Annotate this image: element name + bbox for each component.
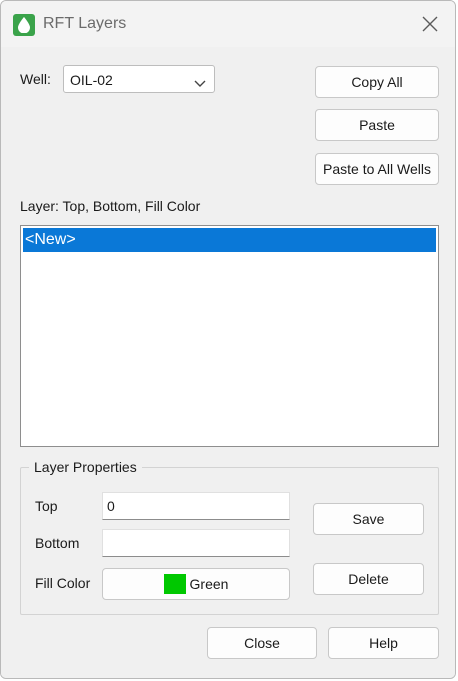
layer-properties-group: Layer Properties Top 0 Bottom Fill Color… [20,459,439,615]
paste-button[interactable]: Paste [315,109,439,141]
save-button[interactable]: Save [313,503,424,535]
rft-layers-dialog: RFT Layers Well: OIL-02 Copy All Paste P… [0,0,456,679]
dialog-body: Well: OIL-02 Copy All Paste Paste to All… [1,47,455,678]
bottom-field[interactable] [102,529,290,557]
top-field[interactable]: 0 [102,492,290,520]
title-bar[interactable]: RFT Layers [1,1,455,47]
copy-all-button[interactable]: Copy All [315,66,439,98]
delete-button[interactable]: Delete [313,563,424,595]
close-icon[interactable] [419,13,441,35]
fill-color-name: Green [189,576,229,592]
fill-color-button[interactable]: Green [102,568,290,600]
paste-to-all-wells-button[interactable]: Paste to All Wells [315,153,439,185]
droplet-icon [13,14,35,36]
color-swatch [163,574,186,594]
well-select[interactable]: OIL-02 [63,65,215,93]
bottom-label: Bottom [35,535,80,551]
layer-list-header: Layer: Top, Bottom, Fill Color [20,198,201,214]
fill-color-label: Fill Color [35,575,91,591]
chevron-down-icon [194,75,206,91]
well-label: Well: [20,71,51,87]
well-select-value: OIL-02 [70,72,113,88]
close-button[interactable]: Close [207,627,317,659]
top-label: Top [35,498,58,514]
help-button[interactable]: Help [328,627,439,659]
group-legend: Layer Properties [29,459,142,475]
layer-list[interactable]: <New> [20,225,439,447]
window-title: RFT Layers [43,15,127,32]
list-item[interactable]: <New> [23,228,436,252]
